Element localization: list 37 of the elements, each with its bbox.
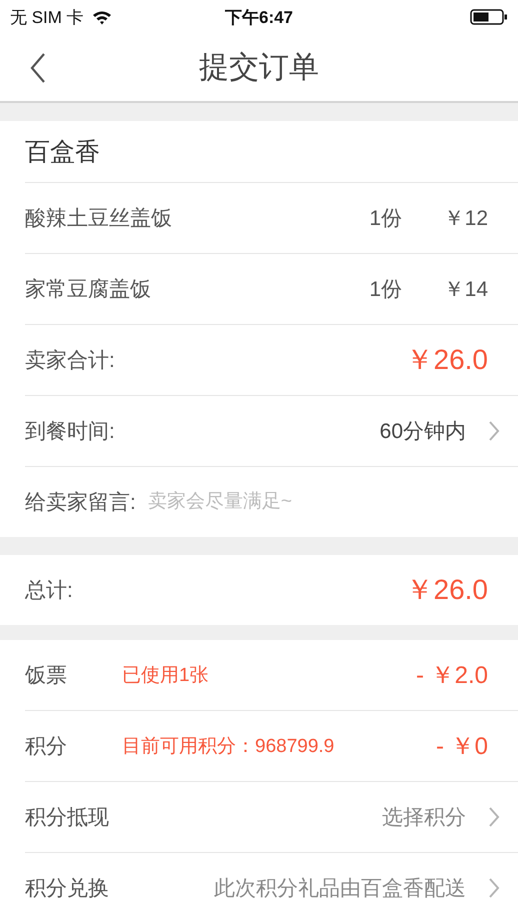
discount-label: 积分 bbox=[25, 734, 68, 760]
item-quantity: 1份 bbox=[369, 206, 402, 232]
item-price: ￥14 bbox=[442, 277, 488, 303]
points-option-row[interactable]: 积分兑换 此次积分礼品由百盒香配送 bbox=[25, 852, 518, 920]
shop-name: 百盒香 bbox=[25, 137, 101, 168]
total-amount: ￥26.0 bbox=[406, 573, 488, 607]
discount-amount: - ￥2.0 bbox=[416, 661, 488, 691]
points-option-row[interactable]: 积分抵现 选择积分 bbox=[25, 781, 518, 852]
discount-note: 已使用1张 bbox=[122, 664, 210, 688]
option-value: 此次积分礼品由百盒香配送 bbox=[214, 876, 466, 902]
discount-note: 目前可用积分：968799.9 bbox=[122, 735, 336, 759]
wifi-icon bbox=[92, 10, 112, 24]
option-label: 积分兑换 bbox=[25, 876, 110, 902]
item-name: 酸辣土豆丝盖饭 bbox=[25, 206, 173, 232]
item-price: ￥12 bbox=[442, 206, 488, 232]
battery-icon bbox=[470, 9, 508, 25]
back-icon bbox=[30, 52, 46, 82]
status-time: 下午6:47 bbox=[224, 6, 294, 28]
option-label: 积分抵现 bbox=[25, 805, 110, 831]
option-value: 选择积分 bbox=[382, 805, 466, 831]
discount-label: 饭票 bbox=[25, 663, 68, 689]
carrier-label: 无 SIM 卡 bbox=[10, 6, 84, 28]
item-quantity: 1份 bbox=[369, 277, 402, 303]
chevron-icon bbox=[488, 877, 500, 899]
discount-amount: - ￥0 bbox=[436, 732, 488, 762]
chevron-icon bbox=[488, 806, 500, 828]
page-title: 提交订单 bbox=[199, 50, 319, 86]
item-name: 家常豆腐盖饭 bbox=[25, 277, 152, 303]
message-field[interactable]: 卖家会尽量满足~ bbox=[148, 491, 408, 513]
message-label: 给卖家留言: bbox=[25, 490, 136, 516]
chevron-icon bbox=[488, 420, 500, 442]
total-label: 总计: bbox=[25, 578, 74, 604]
subtotal-label: 卖家合计: bbox=[25, 348, 116, 374]
delivery-value: 60分钟内 bbox=[380, 419, 466, 445]
delivery-label: 到餐时间: bbox=[25, 419, 116, 445]
subtotal-amount: ￥26.0 bbox=[406, 343, 488, 377]
delivery-time-row[interactable]: 到餐时间: 60分钟内 bbox=[25, 395, 518, 466]
